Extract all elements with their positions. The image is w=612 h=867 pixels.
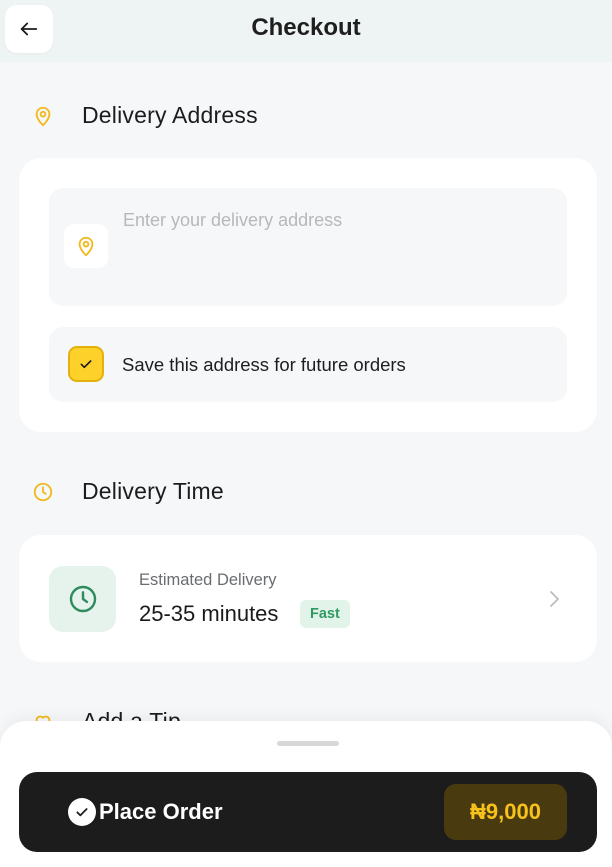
fast-badge: Fast	[300, 600, 350, 628]
chevron-right-icon	[550, 591, 559, 607]
bottom-sheet: Place Order ₦9,000	[0, 721, 612, 867]
address-card: Save this address for future orders	[19, 158, 597, 432]
section-title: Delivery Time	[82, 478, 224, 504]
order-total: ₦9,000	[444, 784, 567, 840]
clock-icon	[32, 481, 54, 503]
map-pin-icon	[32, 105, 54, 127]
save-address-row[interactable]: Save this address for future orders	[49, 327, 567, 402]
delivery-address-heading: Delivery Address	[32, 102, 258, 129]
save-address-checkbox[interactable]	[68, 346, 104, 382]
place-order-label: Place Order	[99, 799, 223, 824]
section-title: Delivery Address	[82, 102, 258, 128]
address-pin	[64, 224, 108, 268]
check-circle-icon	[68, 798, 96, 826]
save-address-label: Save this address for future orders	[122, 354, 406, 375]
place-order-button[interactable]: Place Order ₦9,000	[19, 772, 597, 852]
delivery-address-input[interactable]	[123, 210, 543, 231]
estimate-value: 25-35 minutes	[139, 601, 279, 626]
page-title: Checkout	[251, 14, 361, 41]
map-pin-icon	[78, 236, 94, 257]
clock-icon	[69, 585, 96, 613]
delivery-clock	[49, 566, 116, 632]
checkout-screen: Checkout Delivery Address Sa	[0, 0, 612, 867]
estimate-label: Estimated Delivery	[139, 571, 277, 589]
delivery-time-heading: Delivery Time	[32, 478, 224, 505]
address-input-box[interactable]	[49, 188, 567, 306]
check-icon	[80, 360, 92, 369]
sheet-drag-handle[interactable]	[277, 741, 339, 746]
delivery-time-card[interactable]: Estimated Delivery 25-35 minutes Fast	[19, 535, 597, 662]
header: Checkout	[0, 0, 612, 62]
